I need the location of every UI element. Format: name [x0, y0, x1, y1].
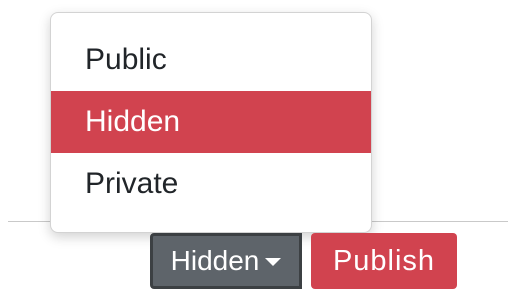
- visibility-option-label: Public: [85, 43, 167, 76]
- visibility-option-hidden[interactable]: Hidden: [51, 91, 371, 153]
- caret-down-icon: [265, 258, 282, 266]
- visibility-option-private[interactable]: Private: [51, 153, 371, 215]
- visibility-dropdown-button[interactable]: Hidden: [150, 233, 302, 289]
- publish-button[interactable]: Publish: [311, 233, 457, 289]
- visibility-option-label: Private: [85, 167, 179, 200]
- visibility-dropdown-menu: Public Hidden Private: [50, 12, 372, 233]
- visibility-option-public[interactable]: Public: [51, 29, 371, 91]
- visibility-button-label: Hidden: [170, 245, 260, 276]
- visibility-option-label: Hidden: [85, 105, 181, 138]
- publish-button-label: Publish: [332, 244, 436, 277]
